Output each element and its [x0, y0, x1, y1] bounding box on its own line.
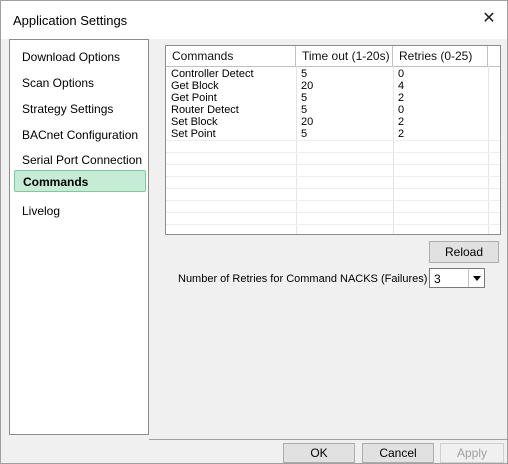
close-icon[interactable]: ✕	[481, 11, 497, 27]
timeout-cell[interactable]: 20	[296, 80, 393, 92]
sidebar-item-scan-options[interactable]: Scan Options	[14, 72, 146, 94]
retries-cell[interactable]: 0	[393, 104, 488, 116]
command-name-cell: Set Point	[171, 128, 216, 140]
row-divider	[166, 164, 500, 165]
timeout-cell[interactable]: 5	[296, 104, 393, 116]
column-header-timeout[interactable]: Time out (1-20s)	[296, 46, 393, 66]
row-divider	[166, 200, 500, 201]
chevron-down-icon[interactable]	[468, 269, 484, 287]
timeout-cell[interactable]: 5	[296, 92, 393, 104]
table-row[interactable]: Set Point 5 2	[166, 128, 500, 140]
table-row[interactable]: Get Block 20 4	[166, 80, 500, 92]
table-row[interactable]: Set Block 20 2	[166, 116, 500, 128]
commands-table[interactable]: Commands Time out (1-20s) Retries (0-25)…	[165, 45, 501, 235]
sidebar-item-strategy-settings[interactable]: Strategy Settings	[14, 98, 146, 120]
title-bar: Application Settings ✕	[1, 1, 507, 39]
retries-cell[interactable]: 0	[393, 68, 488, 80]
row-divider	[166, 212, 500, 213]
command-name-cell: Controller Detect	[171, 68, 254, 80]
row-divider	[166, 224, 500, 225]
sidebar-item-serial-port-connection[interactable]: Serial Port Connection	[14, 149, 146, 171]
sidebar-item-download-options[interactable]: Download Options	[14, 46, 146, 68]
retries-cell[interactable]: 2	[393, 92, 488, 104]
application-settings-window: Application Settings ✕ Download Options …	[0, 0, 508, 464]
retries-select-value: 3	[434, 272, 441, 286]
timeout-cell[interactable]: 5	[296, 128, 393, 140]
table-row[interactable]: Controller Detect 5 0	[166, 68, 500, 80]
apply-button: Apply	[440, 443, 504, 463]
retries-cell[interactable]: 2	[393, 116, 488, 128]
retries-label: Number of Retries for Command NACKS (Fai…	[178, 273, 428, 285]
sidebar-item-commands[interactable]: Commands	[14, 170, 146, 192]
footer-divider	[149, 439, 507, 440]
settings-sidebar: Download Options Scan Options Strategy S…	[9, 39, 149, 435]
retries-select[interactable]: 3	[429, 268, 485, 288]
cancel-button[interactable]: Cancel	[362, 443, 434, 463]
command-name-cell: Set Block	[171, 116, 218, 128]
table-header: Commands Time out (1-20s) Retries (0-25)	[166, 46, 500, 67]
table-row[interactable]: Get Point 5 2	[166, 92, 500, 104]
table-row[interactable]: Router Detect 5 0	[166, 104, 500, 116]
sidebar-item-bacnet-configuration[interactable]: BACnet Configuration	[14, 124, 146, 146]
command-name-cell: Get Point	[171, 92, 217, 104]
column-header-commands[interactable]: Commands	[166, 46, 296, 66]
timeout-cell[interactable]: 20	[296, 116, 393, 128]
window-title: Application Settings	[13, 13, 128, 28]
timeout-cell[interactable]: 5	[296, 68, 393, 80]
ok-button[interactable]: OK	[283, 443, 355, 463]
sidebar-item-livelog[interactable]: Livelog	[14, 200, 146, 222]
retries-cell[interactable]: 2	[393, 128, 488, 140]
row-divider	[166, 176, 500, 177]
reload-button[interactable]: Reload	[429, 241, 499, 263]
command-name-cell: Get Block	[171, 80, 219, 92]
retries-cell[interactable]: 4	[393, 80, 488, 92]
row-divider	[166, 140, 500, 141]
row-divider	[166, 188, 500, 189]
command-name-cell: Router Detect	[171, 104, 239, 116]
row-divider	[166, 152, 500, 153]
column-header-retries[interactable]: Retries (0-25)	[393, 46, 488, 66]
